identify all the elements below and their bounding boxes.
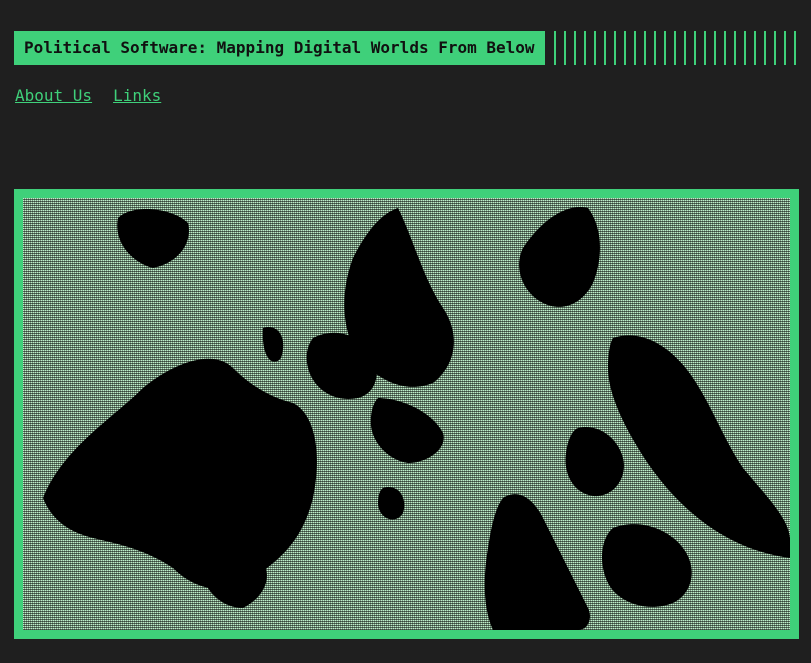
page: Political Software: Mapping Digital Worl… [0,0,811,663]
landmass-australia [601,524,692,607]
decorative-stripes [553,31,796,65]
world-map-landmasses [43,207,790,630]
landmass-arctic-island [262,327,284,362]
site-header: Political Software: Mapping Digital Worl… [14,31,796,65]
main-nav: About Us Links [15,86,161,105]
landmass-asia-south [565,427,624,497]
nav-link-about-us[interactable]: About Us [15,86,92,105]
landmass-islands-south [378,487,405,520]
landmass-middle [370,398,444,463]
ascii-world-map [23,198,790,630]
map-frame [14,189,799,639]
landmass-americas-north [43,358,317,589]
site-title: Political Software: Mapping Digital Worl… [14,31,545,65]
landmass-asia-north [519,207,600,307]
landmass-greenland [117,208,189,268]
nav-link-links[interactable]: Links [113,86,161,105]
